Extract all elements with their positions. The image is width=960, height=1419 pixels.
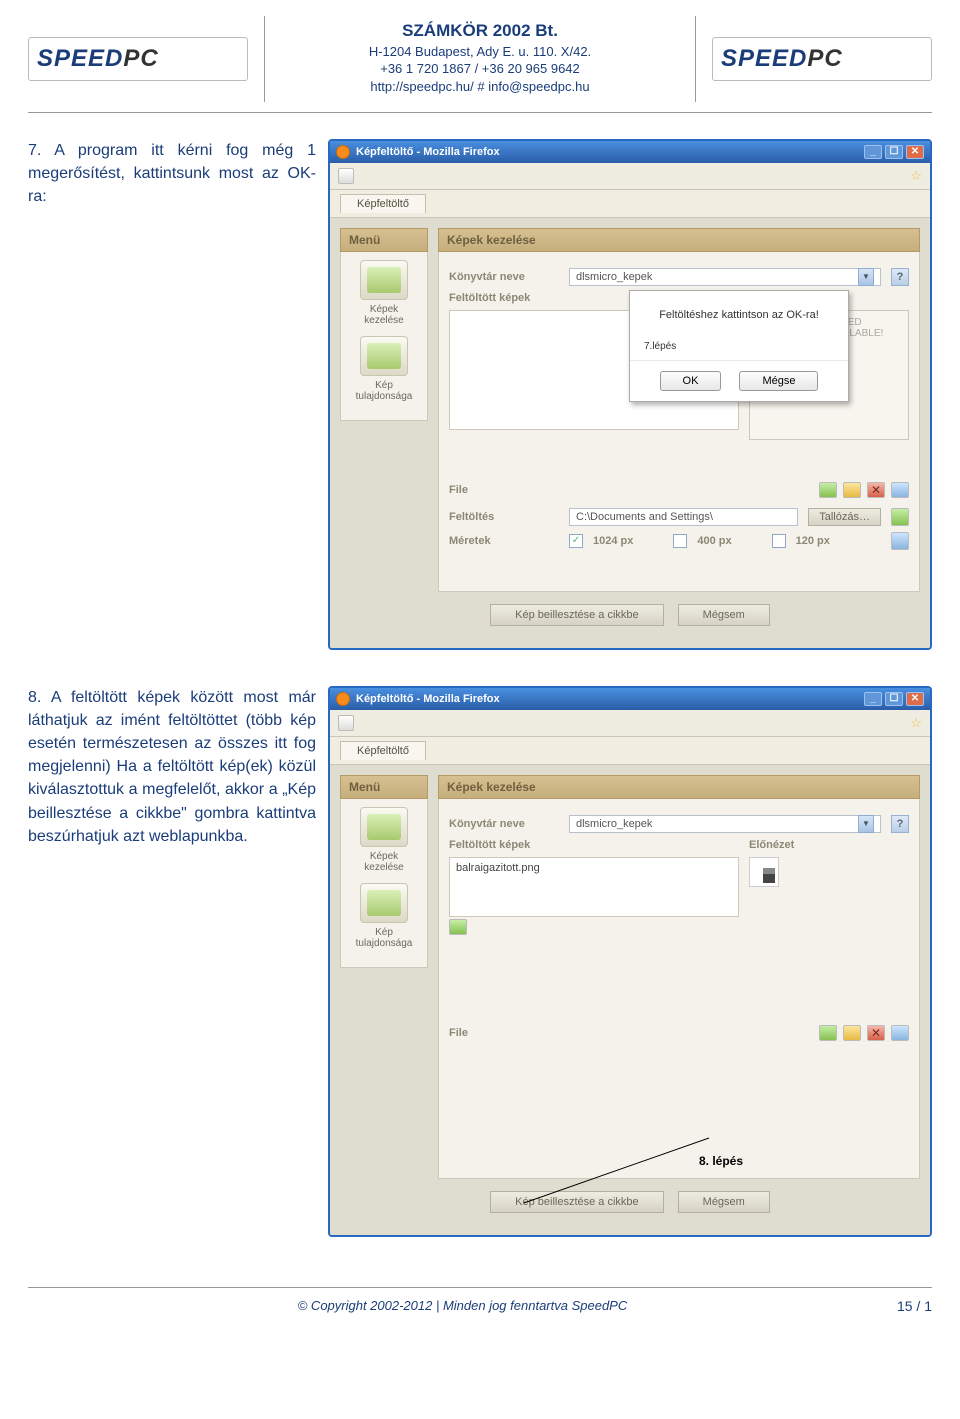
checkbox-400[interactable] (673, 534, 687, 548)
main-header: Képek kezelése (438, 775, 920, 799)
window-title: Képfeltöltő - Mozilla Firefox (356, 693, 500, 705)
images-icon (360, 807, 408, 847)
sidebar-item-images[interactable]: Képek kezelése (349, 260, 419, 326)
edit-icon[interactable] (843, 1025, 861, 1041)
window-titlebar: Képfeltöltő - Mozilla Firefox _ ☐ ✕ (330, 688, 930, 710)
directory-select[interactable]: dlsmicro_kepek ▼ (569, 815, 881, 833)
delete-icon[interactable]: ✕ (867, 1025, 885, 1041)
sidebar: Menü Képek kezelése Kép tulajdonsága (340, 775, 428, 1179)
screenshot-1: Képfeltöltő - Mozilla Firefox _ ☐ ✕ ☆ Ké… (328, 139, 932, 650)
page-footer: © Copyright 2002-2012 | Minden jog fennt… (28, 1287, 932, 1313)
info-icon[interactable] (891, 482, 909, 498)
step-7-row: 7. A program itt kérni fog még 1 megerős… (28, 139, 932, 650)
logo-right: SPEEDPC (712, 37, 932, 81)
arrow-line-icon (519, 1128, 719, 1208)
maximize-icon[interactable]: ☐ (885, 145, 903, 159)
company-info: SZÁMKÖR 2002 Bt. H-1204 Budapest, Ady E.… (264, 16, 696, 102)
properties-icon (360, 336, 408, 376)
minimize-icon[interactable]: _ (864, 145, 882, 159)
tab-strip: Képfeltöltő (330, 190, 930, 218)
label-preview: Előnézet (749, 839, 794, 851)
sidebar-header: Menü (340, 775, 428, 799)
help-sizes-icon[interactable] (891, 532, 909, 550)
page-header: SPEEDPC SZÁMKÖR 2002 Bt. H-1204 Budapest… (28, 12, 932, 113)
browser-toolbar: ☆ (330, 163, 930, 190)
minimize-icon[interactable]: _ (864, 692, 882, 706)
label-directory: Könyvtár neve (449, 271, 559, 283)
company-phone: +36 1 720 1867 / +36 20 965 9642 (275, 60, 685, 78)
maximize-icon[interactable]: ☐ (885, 692, 903, 706)
company-web: http://speedpc.hu/ # info@speedpc.hu (275, 78, 685, 96)
sidebar-header: Menü (340, 228, 428, 252)
browser-toolbar: ☆ (330, 710, 930, 737)
ok-button[interactable]: OK (660, 371, 722, 391)
checkbox-120[interactable] (772, 534, 786, 548)
page-icon (338, 715, 354, 731)
step-7-text: 7. A program itt kérni fog még 1 megerős… (28, 139, 328, 209)
sidebar: Menü Képek kezelése Kép tulajdonsága (340, 228, 428, 592)
thumbnail-icon (749, 857, 779, 887)
add-icon[interactable] (819, 482, 837, 498)
step-8-row: 8. A feltöltött képek között most már lá… (28, 686, 932, 1237)
dialog-step-label: 7.lépés (644, 341, 834, 352)
edit-icon[interactable] (843, 482, 861, 498)
label-sizes: Méretek (449, 535, 559, 547)
label-file: File (449, 484, 559, 496)
firefox-icon (336, 145, 350, 159)
close-icon[interactable]: ✕ (906, 692, 924, 706)
main-panel: Képek kezelése Könyvtár neve dlsmicro_ke… (438, 775, 920, 1179)
directory-select[interactable]: dlsmicro_kepek ▼ (569, 268, 881, 286)
label-uploaded: Feltöltött képek (449, 292, 530, 304)
list-item[interactable]: balraigazitott.png (456, 862, 540, 874)
chevron-down-icon: ▼ (858, 268, 874, 286)
window-titlebar: Képfeltöltő - Mozilla Firefox _ ☐ ✕ (330, 141, 930, 163)
insert-button[interactable]: Kép beillesztése a cikkbe (490, 604, 664, 626)
help-icon[interactable]: ? (891, 268, 909, 286)
browse-button[interactable]: Tallózás… (808, 508, 881, 526)
label-uploaded: Feltöltött képek (449, 839, 530, 851)
tab-active[interactable]: Képfeltöltő (340, 194, 426, 213)
go-icon[interactable] (891, 508, 909, 526)
delete-icon[interactable]: ✕ (867, 482, 885, 498)
tab-strip: Képfeltöltő (330, 737, 930, 765)
label-upload: Feltöltés (449, 511, 559, 523)
properties-icon (360, 883, 408, 923)
main-panel: Képek kezelése Feltöltéshez kattintson a… (438, 228, 920, 592)
sidebar-item-images[interactable]: Képek kezelése (349, 807, 419, 873)
upload-path[interactable]: C:\Documents and Settings\ (569, 508, 798, 526)
dialog-message: Feltöltéshez kattintson az OK-ra! (644, 309, 834, 321)
info-icon[interactable] (891, 1025, 909, 1041)
close-icon[interactable]: ✕ (906, 145, 924, 159)
label-directory: Könyvtár neve (449, 818, 559, 830)
copyright: © Copyright 2002-2012 | Minden jog fennt… (298, 1298, 628, 1313)
uploaded-list[interactable]: balraigazitott.png (449, 857, 739, 917)
label-file: File (449, 1027, 559, 1039)
main-header: Képek kezelése (438, 228, 920, 252)
company-name: SZÁMKÖR 2002 Bt. (275, 20, 685, 43)
window-title: Képfeltöltő - Mozilla Firefox (356, 146, 500, 158)
firefox-icon (336, 692, 350, 706)
screenshot-2: Képfeltöltő - Mozilla Firefox _ ☐ ✕ ☆ Ké… (328, 686, 932, 1237)
bookmark-icon[interactable]: ☆ (910, 168, 922, 184)
page-number: 15 / 1 (897, 1298, 932, 1314)
logo-left: SPEEDPC (28, 37, 248, 81)
company-address: H-1204 Budapest, Ady E. u. 110. X/42. (275, 43, 685, 61)
sidebar-item-properties[interactable]: Kép tulajdonsága (349, 336, 419, 402)
help-icon[interactable]: ? (891, 815, 909, 833)
add-icon[interactable] (819, 1025, 837, 1041)
chevron-down-icon: ▼ (858, 815, 874, 833)
step-8-text: 8. A feltöltött képek között most már lá… (28, 686, 328, 848)
confirm-dialog: Feltöltéshez kattintson az OK-ra! 7.lépé… (629, 290, 849, 402)
cancel-button[interactable]: Mégse (739, 371, 818, 391)
page-icon (338, 168, 354, 184)
bookmark-icon[interactable]: ☆ (910, 715, 922, 731)
footer-cancel-button[interactable]: Mégsem (678, 604, 770, 626)
arrow-right-icon[interactable] (449, 919, 467, 935)
images-icon (360, 260, 408, 300)
tab-active[interactable]: Képfeltöltő (340, 741, 426, 760)
checkbox-1024[interactable]: ✓ (569, 534, 583, 548)
sidebar-item-properties[interactable]: Kép tulajdonsága (349, 883, 419, 949)
